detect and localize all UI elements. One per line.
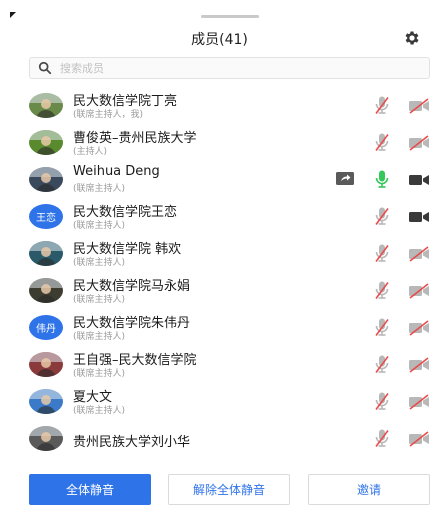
member-role: (联席主持人)	[73, 369, 126, 379]
avatar	[29, 278, 63, 303]
screen-share-icon[interactable]	[335, 170, 355, 187]
microphone-muted-icon[interactable]	[374, 391, 390, 411]
avatar	[29, 130, 63, 155]
avatar: 王恋	[29, 204, 63, 229]
panel-header: 成员(41)	[0, 24, 439, 54]
avatar	[29, 389, 63, 414]
member-row[interactable]: 民大数信学院 韩欢 (联席主持人)	[0, 235, 439, 272]
microphone-muted-icon[interactable]	[374, 317, 390, 337]
microphone-muted-icon[interactable]	[374, 132, 390, 152]
member-role: (联席主持人)	[73, 221, 126, 231]
member-row[interactable]: 民大数信学院丁亮 (联席主持人，我)	[0, 87, 439, 124]
microphone-muted-icon[interactable]	[374, 280, 390, 300]
avatar	[29, 93, 63, 118]
camera-off-icon[interactable]	[408, 394, 430, 410]
member-row[interactable]: 伟丹 民大数信学院朱伟丹 (联席主持人)	[0, 309, 439, 346]
avatar	[29, 241, 63, 266]
gear-icon[interactable]	[403, 29, 421, 47]
member-role: (联席主持人)	[73, 184, 126, 194]
camera-off-icon[interactable]	[408, 320, 430, 336]
search-icon	[38, 61, 52, 75]
camera-off-icon[interactable]	[408, 135, 430, 151]
microphone-muted-icon[interactable]	[374, 95, 390, 115]
member-name: 贵州民族大学刘小华	[73, 435, 191, 450]
microphone-muted-icon[interactable]	[374, 428, 390, 448]
invite-button[interactable]: 邀请	[308, 474, 430, 505]
microphone-muted-icon[interactable]	[374, 243, 390, 263]
member-role: (联席主持人)	[73, 406, 126, 416]
member-row[interactable]: 夏大文 (联席主持人)	[0, 383, 439, 420]
panel-title: 成员(41)	[191, 32, 248, 48]
member-row[interactable]: 曹俊英–贵州民族大学 (主持人)	[0, 124, 439, 161]
camera-off-icon[interactable]	[408, 246, 430, 262]
camera-off-icon[interactable]	[408, 357, 430, 373]
member-role: (联席主持人)	[73, 258, 126, 268]
member-name: Weihua Deng	[73, 164, 160, 179]
drag-handle[interactable]	[201, 15, 259, 18]
avatar	[29, 426, 63, 451]
microphone-muted-icon[interactable]	[374, 206, 390, 226]
microphone-muted-icon[interactable]	[374, 354, 390, 374]
avatar	[29, 167, 63, 192]
camera-off-icon[interactable]	[408, 283, 430, 299]
camera-icon[interactable]	[408, 209, 430, 225]
avatar: 伟丹	[29, 315, 63, 340]
microphone-icon[interactable]	[374, 169, 390, 189]
member-list: 民大数信学院丁亮 (联席主持人，我) 曹俊英–贵州民族大学 (主持人) Weihua D…	[0, 87, 439, 457]
search-bar[interactable]	[29, 57, 430, 79]
member-row[interactable]: Weihua Deng (联席主持人)	[0, 161, 439, 198]
corner-mark	[10, 12, 16, 18]
mute-all-button[interactable]: 全体静音	[29, 474, 151, 505]
member-role: (联席主持人)	[73, 332, 126, 342]
unmute-all-button[interactable]: 解除全体静音	[168, 474, 290, 505]
member-role: (联席主持人)	[73, 295, 126, 305]
member-row[interactable]: 王恋 民大数信学院王恋 (联席主持人)	[0, 198, 439, 235]
camera-off-icon[interactable]	[408, 431, 430, 447]
member-row[interactable]: 民大数信学院马永娟 (联席主持人)	[0, 272, 439, 309]
member-row[interactable]: 王自强–民大数信学院 (联席主持人)	[0, 346, 439, 383]
member-row[interactable]: 贵州民族大学刘小华	[0, 420, 439, 457]
search-input[interactable]	[60, 60, 400, 76]
camera-off-icon[interactable]	[408, 98, 430, 114]
member-role: (主持人)	[73, 147, 108, 157]
camera-icon[interactable]	[408, 172, 430, 188]
member-role: (联席主持人，我)	[73, 110, 144, 120]
avatar	[29, 352, 63, 377]
